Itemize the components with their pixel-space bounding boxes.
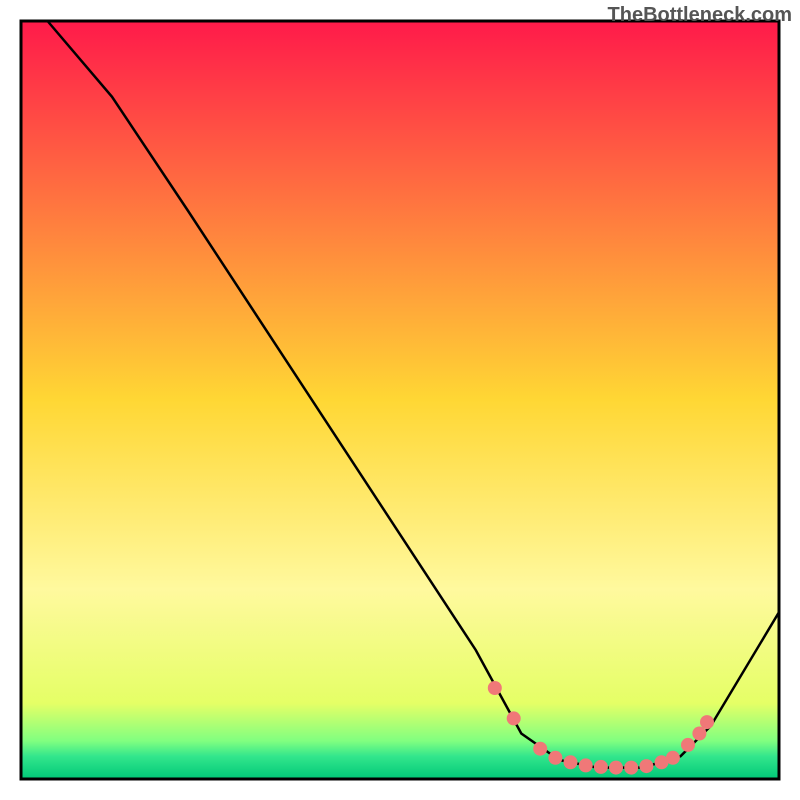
data-point bbox=[533, 742, 547, 756]
data-point bbox=[692, 727, 706, 741]
data-point bbox=[666, 751, 680, 765]
bottleneck-chart bbox=[0, 0, 800, 800]
plot-background bbox=[21, 21, 779, 779]
data-point bbox=[488, 681, 502, 695]
data-point bbox=[548, 751, 562, 765]
data-point bbox=[681, 738, 695, 752]
chart-container: TheBottleneck.com bbox=[0, 0, 800, 800]
data-point bbox=[594, 760, 608, 774]
watermark-text: TheBottleneck.com bbox=[608, 4, 792, 27]
data-point bbox=[507, 711, 521, 725]
data-point bbox=[579, 758, 593, 772]
data-point bbox=[609, 761, 623, 775]
data-point bbox=[700, 715, 714, 729]
data-point bbox=[624, 761, 638, 775]
data-point bbox=[564, 755, 578, 769]
data-point bbox=[639, 759, 653, 773]
